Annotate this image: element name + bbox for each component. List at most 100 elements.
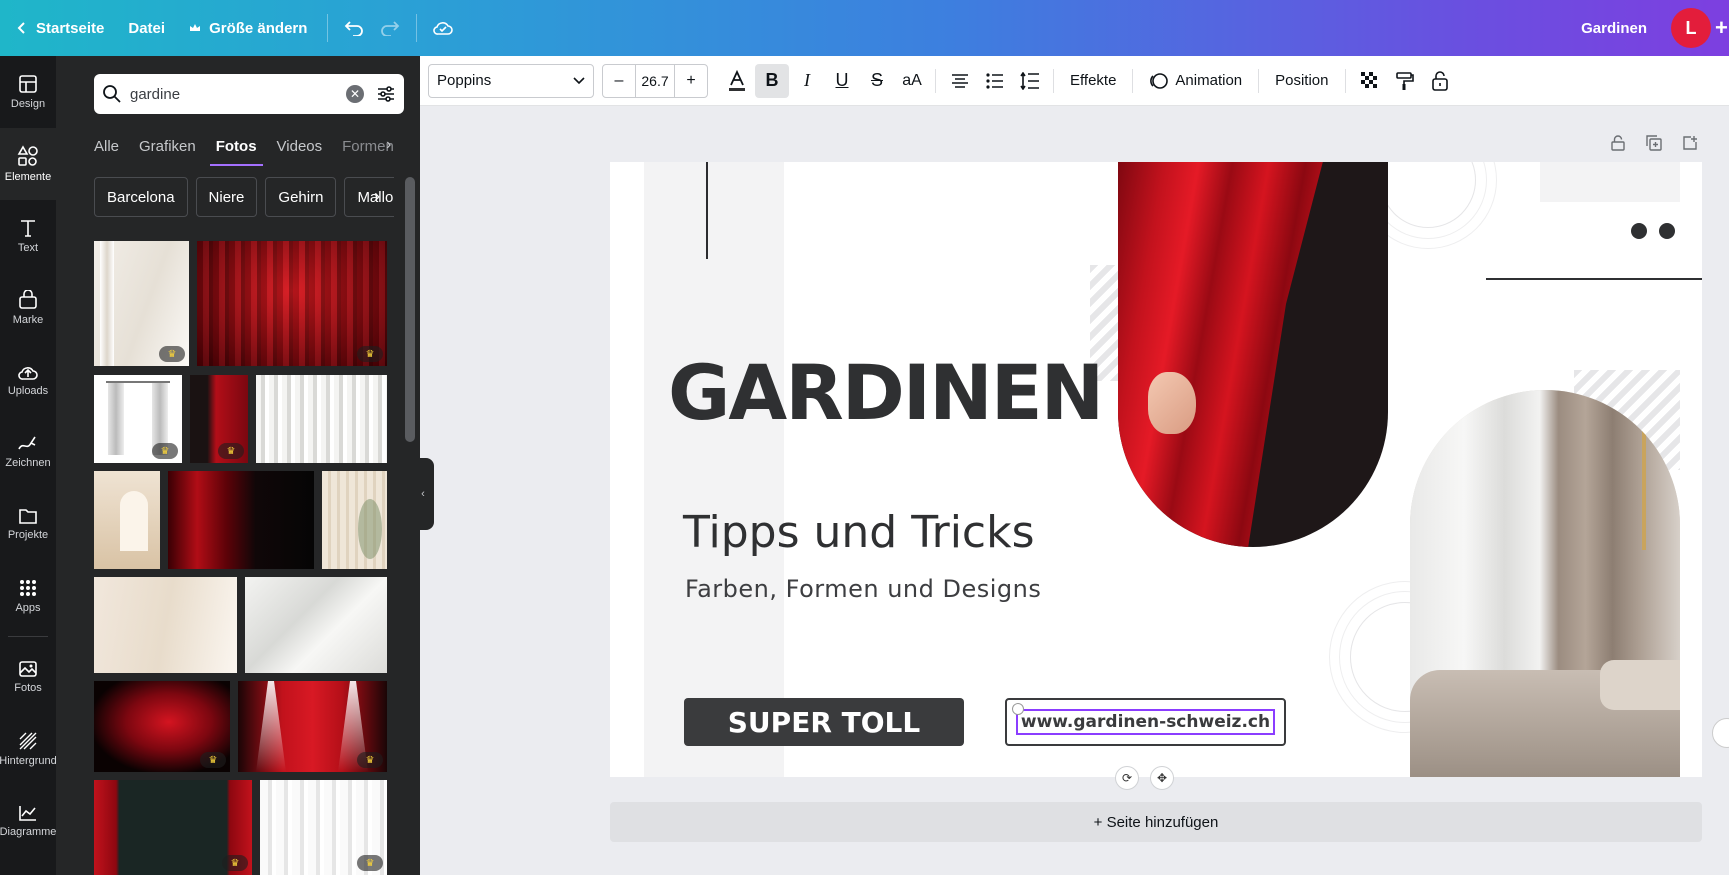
resize-label: Größe ändern — [209, 19, 308, 37]
premium-crown-icon: ♛ — [200, 752, 226, 768]
strikethrough-button[interactable]: S — [860, 64, 894, 98]
move-handle-icon[interactable]: ✥ — [1150, 766, 1174, 790]
bedroom-photo[interactable] — [1410, 390, 1680, 777]
duplicate-page-icon[interactable] — [1636, 132, 1672, 154]
curtain-photo[interactable] — [1118, 162, 1388, 547]
help-bubble-icon[interactable] — [1712, 718, 1729, 748]
photo-result[interactable]: ♛ — [94, 375, 182, 463]
rail-item-apps[interactable]: Apps — [0, 560, 56, 632]
rail-item-text[interactable]: Text — [0, 200, 56, 272]
subheading-text[interactable]: Tipps und Tricks — [683, 507, 1035, 558]
animation-button[interactable]: Animation — [1139, 64, 1252, 98]
line-spacing-icon — [1020, 71, 1039, 90]
photo-result[interactable] — [168, 471, 314, 569]
resize-button[interactable]: Größe ändern — [177, 9, 319, 47]
tagline-text[interactable]: Farben, Formen und Designs — [685, 575, 1041, 603]
animation-label: Animation — [1175, 72, 1243, 89]
copy-style-button[interactable] — [1388, 64, 1422, 98]
undo-button[interactable] — [336, 9, 372, 47]
photo-result[interactable]: ♛ — [94, 780, 252, 875]
search-input[interactable] — [130, 85, 346, 103]
photo-result[interactable]: ♛ — [190, 375, 248, 463]
rail-item-uploads[interactable]: Uploads — [0, 344, 56, 416]
tab-photos[interactable]: Fotos — [209, 126, 263, 166]
chip-barcelona[interactable]: Barcelona — [94, 177, 188, 217]
tab-graphics[interactable]: Grafiken — [139, 126, 196, 166]
photo-result[interactable] — [256, 375, 387, 463]
font-family-select[interactable]: Poppins — [428, 63, 594, 98]
bullet-list-icon — [986, 72, 1003, 89]
bold-button[interactable]: B — [755, 63, 789, 98]
design-icon — [19, 75, 37, 93]
decor-box — [1540, 162, 1680, 202]
rotate-handle-icon[interactable]: ⟳ — [1115, 766, 1139, 790]
background-icon — [19, 732, 37, 750]
panel-scrollbar-thumb[interactable] — [405, 177, 415, 442]
photo-result[interactable]: ♛ — [94, 241, 189, 366]
url-text-selected[interactable]: www.gardinen-schweiz.ch — [1015, 709, 1276, 735]
photo-result[interactable] — [245, 577, 387, 673]
url-button[interactable]: www.gardinen-schweiz.ch — [1005, 698, 1286, 746]
add-page-button[interactable]: + Seite hinzufügen — [610, 802, 1702, 842]
rail-item-draw[interactable]: Zeichnen — [0, 416, 56, 488]
photo-result[interactable]: ♛ — [197, 241, 387, 366]
redo-button[interactable] — [372, 9, 408, 47]
filter-icon[interactable] — [376, 84, 396, 104]
design-page[interactable]: GARDINEN Tipps und Tricks Farben, Formen… — [610, 162, 1702, 777]
photo-icon — [19, 661, 37, 677]
text-color-button[interactable] — [720, 64, 754, 98]
super-toll-button[interactable]: SUPER TOLL — [684, 698, 964, 746]
spacing-button[interactable] — [1013, 64, 1047, 98]
avatar[interactable]: L — [1671, 8, 1711, 48]
rail-item-design[interactable]: Design — [0, 56, 56, 128]
tabs-next-icon[interactable]: › — [386, 136, 391, 154]
rail-item-photos[interactable]: Fotos — [0, 641, 56, 713]
align-button[interactable] — [943, 64, 977, 98]
lock-page-icon[interactable] — [1600, 132, 1636, 154]
document-title[interactable]: Gardinen — [1581, 20, 1647, 37]
rail-item-projects[interactable]: Projekte — [0, 488, 56, 560]
collapse-panel-button[interactable]: ‹ — [412, 458, 434, 530]
add-member-icon[interactable]: + — [1715, 15, 1729, 41]
rail-item-charts[interactable]: Diagramme — [0, 785, 56, 857]
photo-result[interactable]: ♛ — [260, 780, 387, 875]
photo-result[interactable]: ♛ — [238, 681, 387, 772]
chip-gehirn[interactable]: Gehirn — [265, 177, 337, 217]
heading-text[interactable]: GARDINEN — [668, 348, 1104, 437]
tab-all[interactable]: Alle — [94, 126, 119, 166]
chip-niere[interactable]: Niere — [195, 177, 258, 217]
effects-button[interactable]: Effekte — [1060, 64, 1126, 98]
clear-search-icon[interactable]: ✕ — [346, 85, 364, 103]
add-page-icon[interactable] — [1672, 132, 1708, 154]
italic-button[interactable]: I — [790, 64, 824, 98]
font-size-input[interactable]: 26.7 — [635, 64, 675, 97]
rail-item-brand[interactable]: Marke — [0, 272, 56, 344]
animation-icon — [1150, 72, 1169, 89]
chip-mallorca[interactable]: Mallorca — [344, 177, 394, 217]
letter-case-button[interactable]: aA — [895, 64, 929, 98]
rail-label-design: Design — [10, 98, 46, 110]
align-center-icon — [952, 73, 968, 88]
underline-button[interactable]: U — [825, 64, 859, 98]
position-button[interactable]: Position — [1265, 64, 1338, 98]
chips-next-icon[interactable]: › — [374, 186, 380, 207]
decrease-size-button[interactable]: – — [603, 65, 635, 97]
decor-line — [1486, 278, 1702, 280]
list-button[interactable] — [978, 64, 1012, 98]
tab-videos[interactable]: Videos — [277, 126, 323, 166]
increase-size-button[interactable]: + — [675, 65, 707, 97]
photo-result[interactable] — [94, 577, 237, 673]
photo-result[interactable]: ♛ — [94, 681, 230, 772]
file-menu-button[interactable]: Datei — [116, 9, 177, 47]
lock-button[interactable] — [1423, 64, 1457, 98]
cloud-save-button[interactable] — [425, 9, 461, 47]
photo-result[interactable] — [322, 471, 387, 569]
selection-handle[interactable] — [1012, 703, 1024, 715]
divider — [327, 14, 329, 42]
paint-roller-icon — [1395, 71, 1414, 90]
photo-result[interactable] — [94, 471, 160, 569]
transparency-button[interactable] — [1353, 64, 1387, 98]
rail-item-background[interactable]: Hintergrund — [0, 713, 57, 785]
rail-item-elements[interactable]: Elemente — [0, 128, 56, 200]
home-button[interactable]: Startseite — [4, 9, 116, 47]
